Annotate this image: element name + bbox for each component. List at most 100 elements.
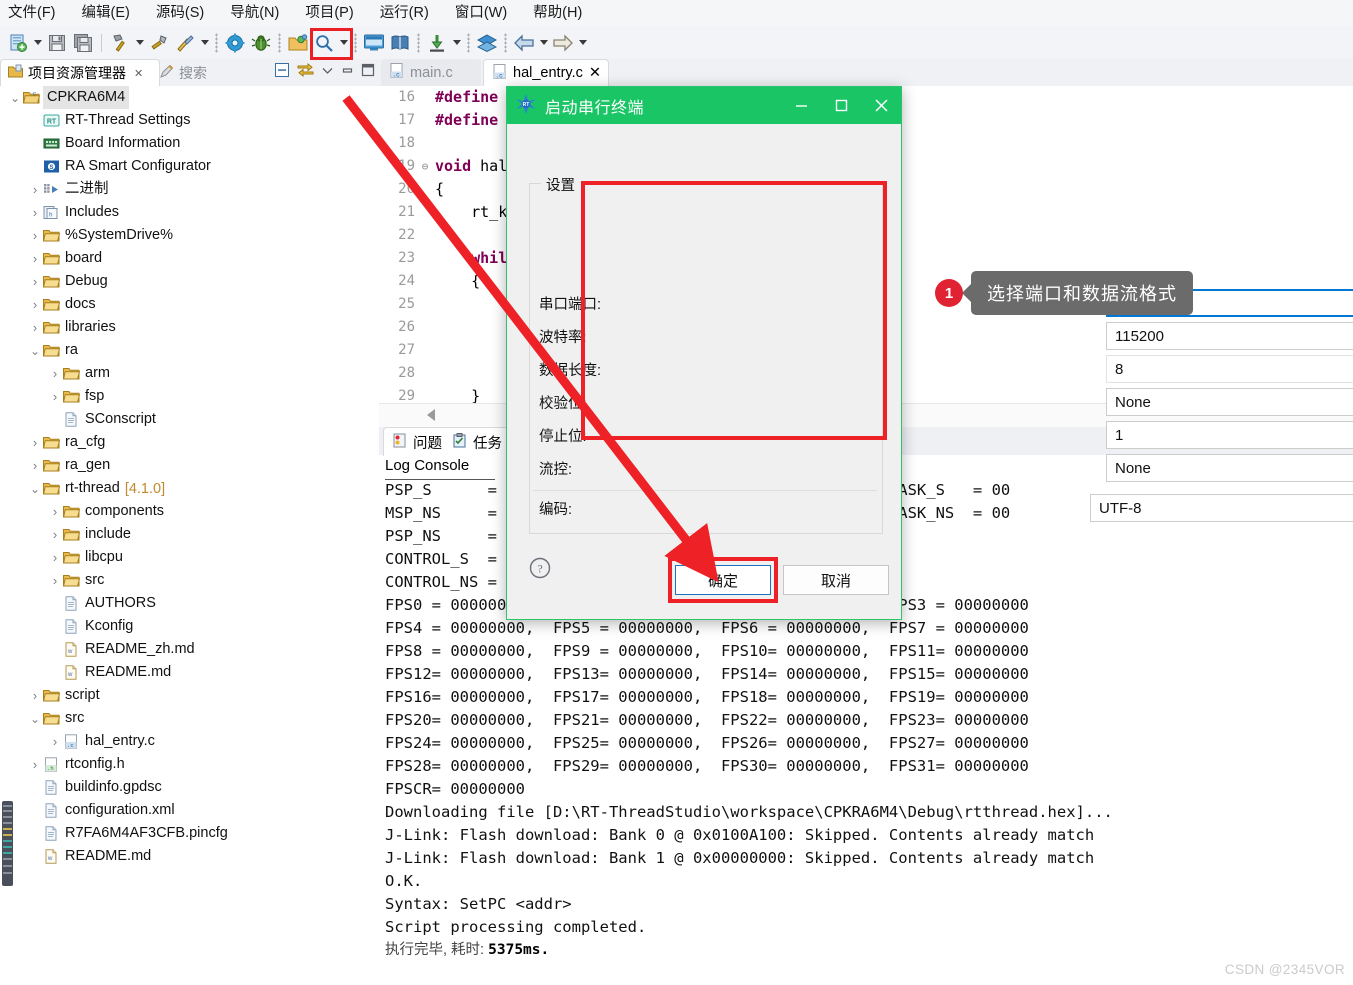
tree-item-board-information[interactable]: Board Information [0, 132, 379, 155]
fold-collapse-icon[interactable]: ⊖ [419, 155, 431, 178]
serial-terminal-icon[interactable] [362, 31, 386, 55]
maximize-icon-dialog[interactable] [821, 87, 861, 124]
collapse-all-icon[interactable] [274, 62, 290, 81]
twisty-collapsed-icon[interactable]: › [28, 757, 42, 772]
tab-problems-tasks[interactable]: 问题 任务 [383, 427, 511, 456]
save-icon[interactable] [45, 31, 69, 55]
build-clean-icon[interactable] [147, 31, 171, 55]
menu-item-help[interactable]: 帮助(H) [520, 0, 595, 26]
minimize-icon[interactable] [341, 64, 354, 80]
tab-search[interactable]: 搜索 [152, 59, 237, 86]
twisty-collapsed-icon[interactable]: › [28, 228, 42, 243]
settings-gear-icon[interactable] [223, 31, 247, 55]
tree-item-rt-thread-settings[interactable]: RT RT-Thread Settings [0, 109, 379, 132]
tree-item-configuration-xml[interactable]: configuration.xml [0, 799, 379, 822]
baud-rate-combo[interactable]: 115200 ⌄ [1106, 322, 1353, 350]
tree-item-readme-md[interactable]: w README.md [0, 845, 379, 868]
twisty-collapsed-icon[interactable]: › [28, 297, 42, 312]
stop-bits-combo[interactable]: 1 ⌄ [1106, 421, 1353, 449]
tree-item-src[interactable]: ⌄ src [0, 707, 379, 730]
tree-item-board[interactable]: › board [0, 247, 379, 270]
dropdown-caret-back[interactable] [537, 31, 550, 55]
tree-item-fsp[interactable]: › fsp [0, 385, 379, 408]
tree-item-kconfig[interactable]: Kconfig [0, 615, 379, 638]
tree-item-rt-thread[interactable]: ⌄ rt-thread [4.1.0] [0, 477, 379, 500]
menu-item-project[interactable]: 项目(P) [292, 0, 366, 26]
cancel-button[interactable]: 取消 [783, 565, 889, 595]
build-hammer-icon[interactable] [108, 31, 132, 55]
dropdown-caret-tools[interactable] [198, 31, 211, 55]
menu-item-source[interactable]: 源码(S) [143, 0, 217, 26]
dropdown-caret-forward[interactable] [576, 31, 589, 55]
view-menu-icon[interactable] [321, 64, 334, 80]
tab-project-explorer[interactable]: 项目资源管理器 ✕ [0, 59, 160, 86]
forward-arrow-icon[interactable] [551, 31, 575, 55]
encoding-combo[interactable]: UTF-8 ⌄ [1090, 494, 1353, 522]
menu-item-edit[interactable]: 编辑(E) [69, 0, 143, 26]
twisty-collapsed-icon[interactable]: › [48, 366, 62, 381]
parity-combo[interactable]: None ⌄ [1106, 388, 1353, 416]
tree-item-debug[interactable]: › Debug [0, 270, 379, 293]
tree-item-components[interactable]: › components [0, 500, 379, 523]
maximize-icon[interactable] [361, 63, 375, 80]
search-icon[interactable] [312, 31, 336, 55]
menu-item-run[interactable]: 运行(R) [367, 0, 442, 26]
tree-item-libcpu[interactable]: › libcpu [0, 546, 379, 569]
link-editor-icon[interactable] [297, 62, 314, 81]
dropdown-caret-download[interactable] [450, 31, 463, 55]
tree-item-cpkra6m4[interactable]: ⌄ C CPKRA6M4 [0, 86, 379, 109]
build-tools-icon[interactable] [173, 31, 197, 55]
tree-item-ra-cfg[interactable]: › ra_cfg [0, 431, 379, 454]
twisty-expanded-icon[interactable]: ⌄ [28, 712, 42, 726]
tree-item-ra-smart-configurator[interactable]: S RA Smart Configurator [0, 155, 379, 178]
project-tree[interactable]: ⌄ C CPKRA6M4 RT RT-Thread Settings Board Info… [0, 86, 379, 985]
dropdown-caret-new[interactable] [31, 31, 44, 55]
twisty-collapsed-icon[interactable]: › [28, 205, 42, 220]
twisty-collapsed-icon[interactable]: › [28, 274, 42, 289]
tree-item-script[interactable]: › script [0, 684, 379, 707]
data-bits-combo[interactable]: 8 ⌄ [1106, 355, 1353, 383]
help-question-icon[interactable]: ? [529, 557, 551, 579]
layers-icon[interactable] [475, 31, 499, 55]
twisty-collapsed-icon[interactable]: › [28, 320, 42, 335]
twisty-collapsed-icon[interactable]: › [48, 504, 62, 519]
tree-item-[interactable]: › 二进制 [0, 178, 379, 201]
menu-item-window[interactable]: 窗口(W) [442, 0, 520, 26]
tab-hal-entry-c[interactable]: .c hal_entry.c ✕ [483, 59, 609, 86]
menu-item-navigate[interactable]: 导航(N) [217, 0, 292, 26]
close-icon-dialog[interactable] [861, 87, 901, 124]
tree-item-includes[interactable]: › h Includes [0, 201, 379, 224]
minimize-icon-dialog[interactable] [781, 87, 821, 124]
tree-item-src[interactable]: › src [0, 569, 379, 592]
tree-item-rtconfig-h[interactable]: › .h rtconfig.h [0, 753, 379, 776]
tree-item-buildinfo-gpdsc[interactable]: buildinfo.gpdsc [0, 776, 379, 799]
close-icon[interactable]: ✕ [134, 67, 143, 80]
tab-main-c[interactable]: .c main.c [381, 59, 481, 86]
twisty-collapsed-icon[interactable]: › [48, 734, 62, 749]
tree-item-sconscript[interactable]: SConscript [0, 408, 379, 431]
tree-item-include[interactable]: › include [0, 523, 379, 546]
tree-item-hal-entry-c[interactable]: › .c hal_entry.c [0, 730, 379, 753]
left-scroll-strip[interactable] [2, 801, 13, 886]
dropdown-caret-build[interactable] [133, 31, 146, 55]
new-file-icon[interactable] [6, 31, 30, 55]
menu-item-file[interactable]: 文件(F) [0, 0, 69, 26]
twisty-collapsed-icon[interactable]: › [28, 458, 42, 473]
twisty-collapsed-icon[interactable]: › [48, 550, 62, 565]
tree-item-libraries[interactable]: › libraries [0, 316, 379, 339]
debug-bug-icon[interactable] [249, 31, 273, 55]
ok-button[interactable]: 确定 [675, 565, 771, 595]
scroll-left-arrow[interactable] [427, 409, 435, 421]
flow-control-combo[interactable]: None ⌄ [1106, 454, 1353, 482]
tree-item-systemdrive[interactable]: › %SystemDrive% [0, 224, 379, 247]
twisty-expanded-icon[interactable]: ⌄ [8, 91, 22, 105]
twisty-expanded-icon[interactable]: ⌄ [28, 482, 42, 496]
tree-item-ra-gen[interactable]: › ra_gen [0, 454, 379, 477]
tree-item-readme-zh-md[interactable]: w README_zh.md [0, 638, 379, 661]
tree-item-authors[interactable]: AUTHORS [0, 592, 379, 615]
twisty-collapsed-icon[interactable]: › [28, 435, 42, 450]
twisty-collapsed-icon[interactable]: › [28, 251, 42, 266]
tree-item-r7fa6m4af3cfb-pincfg[interactable]: R7FA6M4AF3CFB.pincfg [0, 822, 379, 845]
twisty-collapsed-icon[interactable]: › [28, 182, 42, 197]
twisty-collapsed-icon[interactable]: › [48, 389, 62, 404]
